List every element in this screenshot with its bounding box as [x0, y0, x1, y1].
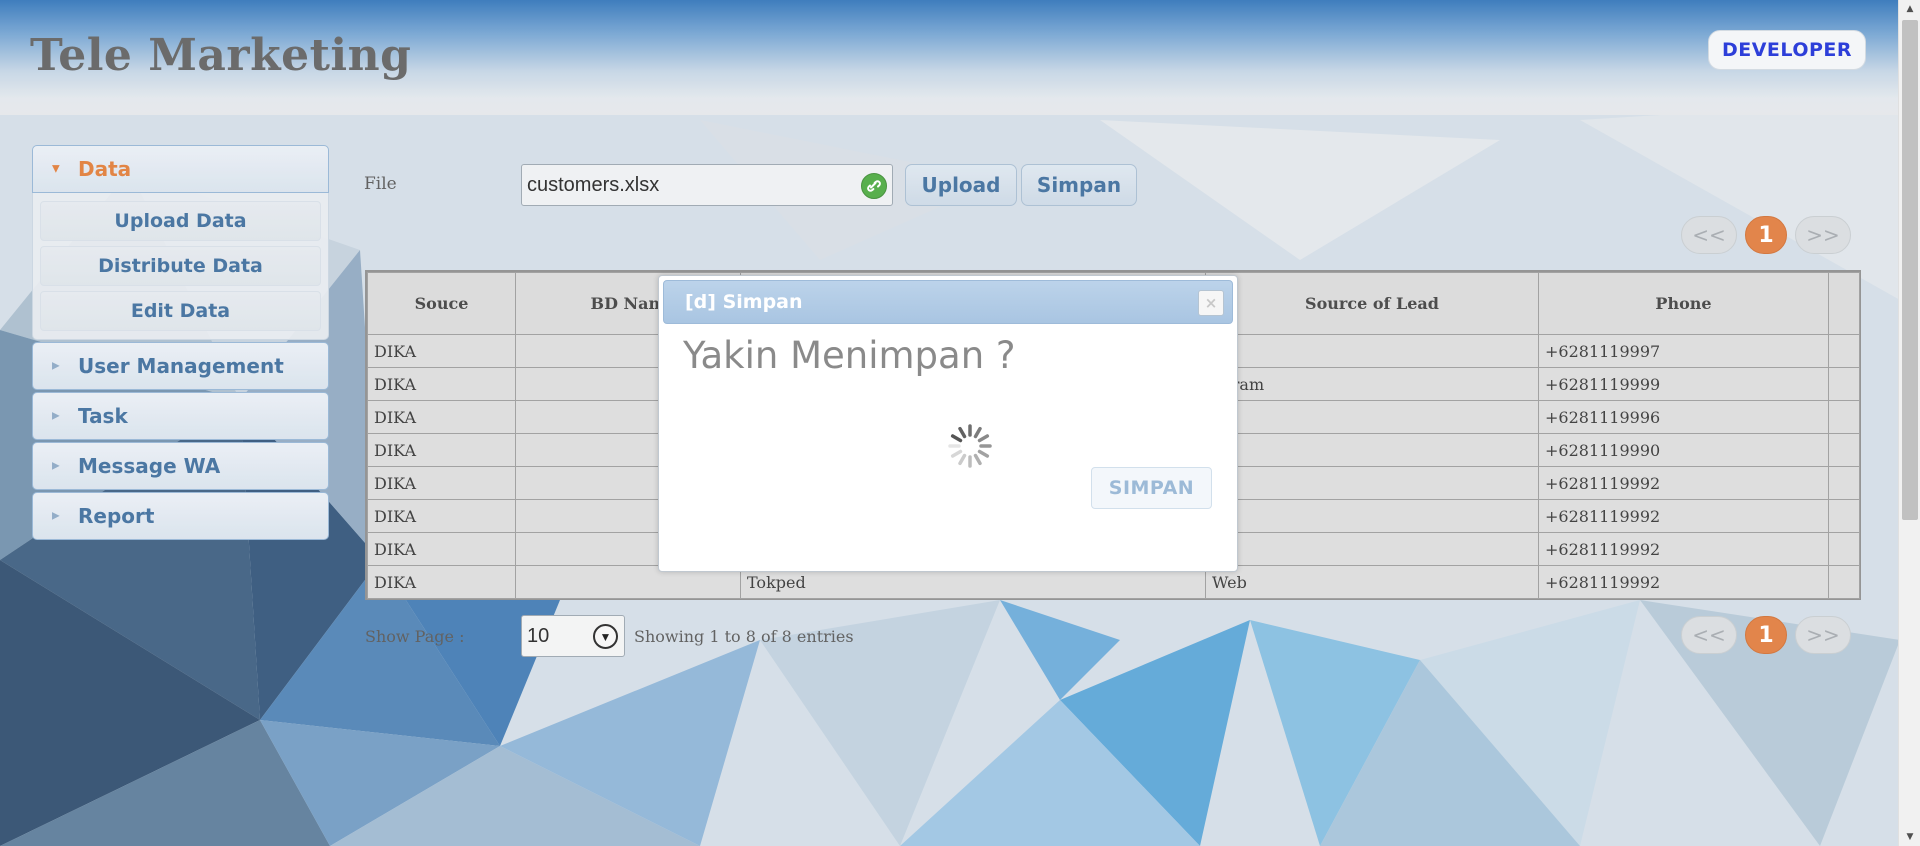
spinner-spoke: [958, 453, 967, 466]
page-scrollbar[interactable]: ▲ ▼: [1898, 0, 1920, 846]
dialog-save-button[interactable]: SIMPAN: [1091, 467, 1212, 509]
spinner-spoke: [977, 434, 990, 443]
dialog-title-bar[interactable]: [d] Simpan ×: [663, 280, 1233, 324]
spinner-spoke: [973, 426, 982, 439]
spinner-spoke: [950, 434, 963, 443]
confirm-save-dialog: [d] Simpan × Yakin Menimpan ? SIMPAN: [658, 275, 1238, 572]
spinner-spoke: [950, 449, 963, 458]
dialog-title: [d] Simpan: [685, 291, 803, 313]
spinner-spoke: [958, 426, 967, 439]
scroll-down-icon[interactable]: ▼: [1899, 828, 1920, 846]
spinner-spoke: [977, 449, 990, 458]
scrollbar-thumb[interactable]: [1902, 20, 1918, 520]
loading-spinner-icon: [948, 424, 992, 468]
spinner-spoke: [973, 453, 982, 466]
dialog-message: Yakin Menimpan ?: [683, 334, 1016, 377]
scroll-up-icon[interactable]: ▲: [1899, 0, 1920, 18]
close-icon[interactable]: ×: [1198, 290, 1224, 316]
